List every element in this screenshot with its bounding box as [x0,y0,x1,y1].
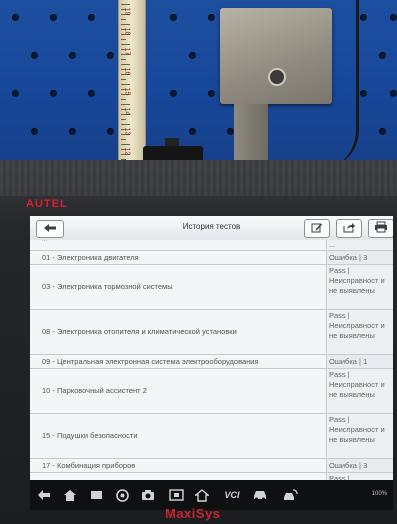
ruler-tick [121,119,126,120]
ruler-tick [121,84,130,85]
test-result: Pass | Неисправност и не выявлены [326,369,393,413]
pegboard-hole [69,52,76,59]
pegboard-hole [12,14,19,21]
ruler-tick [121,139,126,140]
pegboard-hole [390,14,397,21]
test-result: Ошибка | 3 [326,459,393,472]
module-name: 09 - Центральная электронная система эле… [42,356,259,366]
car-icon[interactable] [252,487,268,503]
pegboard-hole [189,52,196,59]
ruler-tick [121,4,130,5]
pegboard-hole [379,128,386,135]
test-history-list: ... ... 01 - Электроника двигателя Ошибка… [30,237,393,496]
share-button[interactable] [336,219,362,238]
test-result: Ошибка | 1 [326,355,393,368]
pegboard-hole [69,128,76,135]
ruler-tick [121,44,130,45]
list-item[interactable]: 01 - Электроника двигателя Ошибка | 3 [30,251,393,265]
module-name: 15 - Подушки безопасности [42,431,138,440]
pegboard-hole [227,128,234,135]
module-name: 03 - Электроника тормозной системы [42,282,173,291]
metal-bracket [220,8,332,104]
pegboard-hole [379,52,386,59]
ruler: 19 18 17 16 15 14 13 12 [118,0,146,170]
ruler-number: 17 [123,47,131,56]
pegboard-hole [88,14,95,21]
pegboard-hole [390,90,397,97]
ruler-tick [121,59,126,60]
pegboard-hole [88,90,95,97]
app-titlebar: История тестов [30,216,393,241]
bracket-hole [268,68,286,86]
pegboard-hole [50,90,57,97]
screen-mirror-icon[interactable] [168,487,184,503]
ruler-number: 18 [123,27,131,36]
tablet-rubber-edge [0,160,397,196]
list-item[interactable]: 15 - Подушки безопасности Pass | Неисправ… [30,414,393,459]
edit-button[interactable] [304,219,330,238]
ruler-tick [121,19,126,20]
clipped-row-label: ... [42,237,48,243]
list-item[interactable]: 17 - Комбинация приборов Ошибка | 3 [30,459,393,473]
ruler-number: 12 [123,147,131,156]
tablet-screen: История тестов ... ... 01 - Электроника … [30,216,393,510]
ruler-number: 16 [123,67,131,76]
edit-icon [311,220,323,238]
test-result: Pass | Неисправност и не выявлены [326,414,393,458]
module-name: 08 - Электроника отопителя и климатическ… [42,327,237,336]
pegboard-hole [107,128,114,135]
list-item[interactable]: 08 - Электроника отопителя и климатическ… [30,310,393,355]
pegboard-hole [189,128,196,135]
print-icon [374,220,388,238]
pegboard-hole [208,14,215,21]
module-name: 10 - Парковочный ассистент 2 [42,386,147,395]
vci-icon[interactable]: VCI [220,487,244,503]
clipped-row-result: ... [326,240,393,250]
ruler-tick [121,124,130,125]
pegboard-hole [208,90,215,97]
ruler-tick [121,39,126,40]
ruler-tick [121,99,126,100]
print-button[interactable] [368,219,393,238]
pegboard-hole [31,128,38,135]
list-item-clipped: ... ... [30,237,393,251]
home-icon[interactable] [62,487,78,503]
module-name: 01 - Электроника двигателя [42,252,139,262]
ruler-tick [121,24,130,25]
pegboard-hole [360,14,367,21]
list-item[interactable]: 09 - Центральная электронная система эле… [30,355,393,369]
back-icon[interactable] [36,487,52,503]
pegboard-hole [360,90,367,97]
ruler-tick [121,79,126,80]
bracket-stem [234,104,268,168]
ruler-tick [121,64,130,65]
ruler-number: 13 [123,127,131,136]
ruler-tick [121,144,130,145]
ruler-tick [121,104,130,105]
pegboard-hole [50,14,57,21]
test-result: Pass | Неисправност и не выявлены [326,265,393,309]
pegboard-hole [31,52,38,59]
pegboard-hole [107,52,114,59]
module-name: 17 - Комбинация приборов [42,460,136,470]
pegboard-hole [170,90,177,97]
ruler-number: 19 [123,7,131,16]
ruler-number: 15 [123,87,131,96]
browser-icon[interactable] [114,487,130,503]
pegboard-hole [12,90,19,97]
vehicle-home-icon[interactable] [194,487,210,503]
share-icon [343,220,355,238]
ruler-number: 14 [123,107,131,116]
list-item[interactable]: 03 - Электроника тормозной системы Pass |… [30,265,393,310]
recent-apps-icon[interactable] [88,487,104,503]
remote-icon[interactable] [282,487,298,503]
status-battery: 100% [371,491,387,497]
pegboard-hole [170,14,177,21]
camera-icon[interactable] [140,487,156,503]
brand-logo: AUTEL [26,198,68,210]
test-result: Ошибка | 3 [326,251,393,264]
device-model-logo: MaxiSys [165,506,221,521]
test-result: Pass | Неисправност и не выявлены [326,310,393,354]
list-item[interactable]: 10 - Парковочный ассистент 2 Pass | Неисп… [30,369,393,414]
